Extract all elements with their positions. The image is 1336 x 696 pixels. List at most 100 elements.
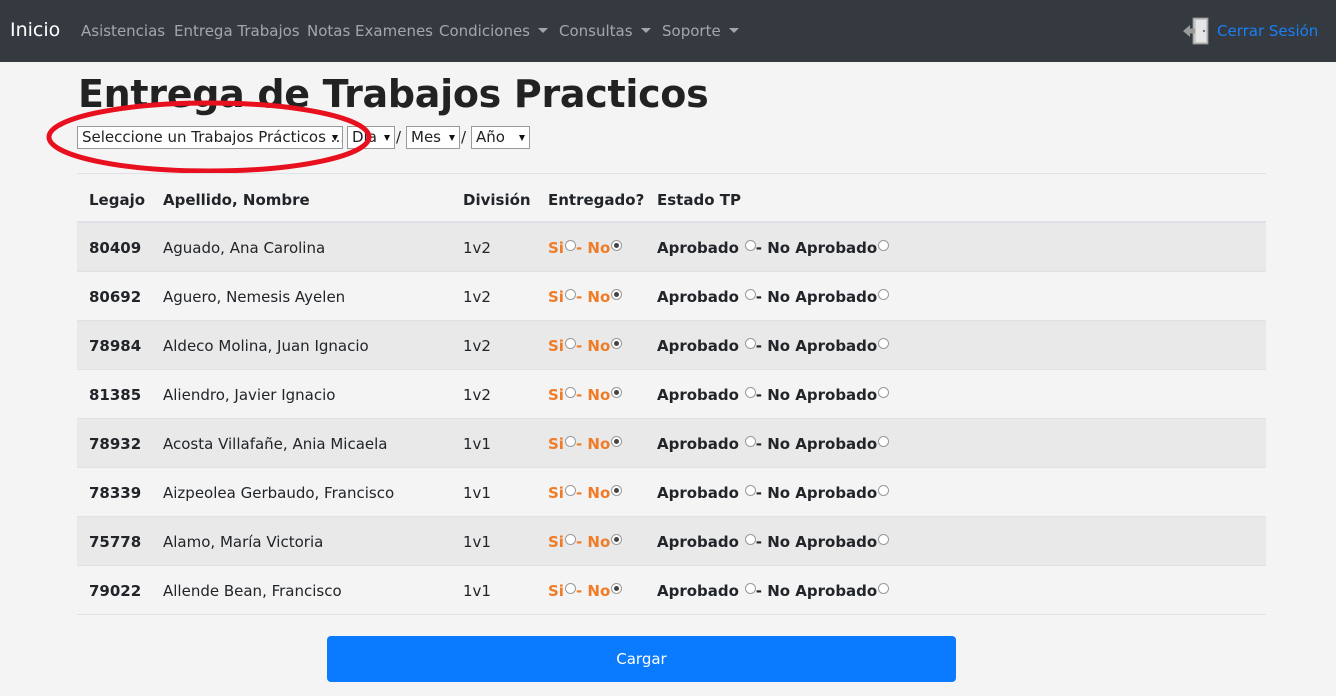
nombre-cell: Aguado, Ana Carolina xyxy=(163,239,326,257)
logout-link[interactable]: Cerrar Sesión xyxy=(1182,15,1318,47)
entregado-no-radio[interactable] xyxy=(611,485,623,496)
nav-consultas-dropdown[interactable]: Consultas xyxy=(559,22,651,40)
nombre-cell: Aliendro, Javier Ignacio xyxy=(163,386,336,404)
entregado-cell: Si - No xyxy=(548,337,623,355)
no-aprobado-radio[interactable] xyxy=(878,387,890,398)
nav-asistencias[interactable]: Asistencias xyxy=(81,22,165,40)
anio-select[interactable]: Año xyxy=(471,126,530,149)
aprobado-radio[interactable] xyxy=(744,583,756,594)
table-row: 80409 Aguado, Ana Carolina 1v2 Si - No Aproba… xyxy=(77,223,1266,272)
separator: - xyxy=(575,484,588,502)
aprobado-radio[interactable] xyxy=(744,485,756,496)
caret-down-icon xyxy=(728,28,739,33)
caret-down-icon xyxy=(640,28,651,33)
division-cell: 1v2 xyxy=(463,337,491,355)
no-label: No xyxy=(587,337,611,355)
entregado-no-radio[interactable] xyxy=(611,534,623,545)
no-aprobado-radio[interactable] xyxy=(878,485,890,496)
entregado-si-radio[interactable] xyxy=(564,387,576,398)
nav-condiciones-dropdown[interactable]: Condiciones xyxy=(439,22,548,40)
entregado-si-radio[interactable] xyxy=(564,436,576,447)
aprobado-label: Aprobado xyxy=(657,435,739,453)
cargar-button[interactable]: Cargar xyxy=(327,636,956,682)
entregado-cell: Si - No xyxy=(548,484,623,502)
legajo-cell: 79022 xyxy=(89,582,142,600)
aprobado-radio[interactable] xyxy=(744,436,756,447)
header-legajo: Legajo xyxy=(89,191,146,209)
si-label: Si xyxy=(548,386,564,404)
logout-label: Cerrar Sesión xyxy=(1217,22,1319,40)
table-row: 80692 Aguero, Nemesis Ayelen 1v2 Si - No Apro… xyxy=(77,272,1266,321)
aprobado-label: Aprobado xyxy=(657,582,739,600)
no-aprobado-radio[interactable] xyxy=(878,534,890,545)
estado-cell: Aprobado - No Aprobado xyxy=(657,239,890,257)
entregado-cell: Si - No xyxy=(548,239,623,257)
nav-entrega-trabajos[interactable]: Entrega Trabajos xyxy=(174,22,300,40)
entregado-si-radio[interactable] xyxy=(564,338,576,349)
division-cell: 1v1 xyxy=(463,582,491,600)
si-label: Si xyxy=(548,337,564,355)
aprobado-label: Aprobado xyxy=(657,386,739,404)
no-aprobado-radio[interactable] xyxy=(878,338,890,349)
aprobado-radio[interactable] xyxy=(744,387,756,398)
entregado-no-radio[interactable] xyxy=(611,240,623,251)
si-label: Si xyxy=(548,533,564,551)
navbar-brand[interactable]: Inicio xyxy=(10,19,60,41)
entregado-si-radio[interactable] xyxy=(564,240,576,251)
nav-notas-examenes[interactable]: Notas Examenes xyxy=(307,22,433,40)
navbar: Inicio Asistencias Entrega Trabajos Nota… xyxy=(0,0,1336,62)
legajo-cell: 78932 xyxy=(89,435,142,453)
entregado-cell: Si - No xyxy=(548,533,623,551)
table-row: 81385 Aliendro, Javier Ignacio 1v2 Si - No Ap… xyxy=(77,370,1266,419)
aprobado-label: Aprobado xyxy=(657,288,739,306)
nav-soporte-dropdown[interactable]: Soporte xyxy=(662,22,739,40)
no-aprobado-label: No Aprobado xyxy=(767,288,878,306)
legajo-cell: 80692 xyxy=(89,288,142,306)
legajo-cell: 75778 xyxy=(89,533,142,551)
entregado-no-radio[interactable] xyxy=(611,289,623,300)
separator: - xyxy=(575,533,588,551)
aprobado-radio[interactable] xyxy=(744,289,756,300)
mes-select-value: Mes xyxy=(411,128,441,146)
no-aprobado-label: No Aprobado xyxy=(767,582,878,600)
no-aprobado-radio[interactable] xyxy=(878,436,890,447)
aprobado-radio[interactable] xyxy=(744,338,756,349)
entregado-si-radio[interactable] xyxy=(564,485,576,496)
division-cell: 1v1 xyxy=(463,533,491,551)
logout-door-icon xyxy=(1182,16,1212,46)
entregado-no-radio[interactable] xyxy=(611,583,623,594)
entregado-no-radio[interactable] xyxy=(611,387,623,398)
header-division: División xyxy=(463,191,531,209)
header-entregado: Entregado? xyxy=(548,191,645,209)
entregado-no-radio[interactable] xyxy=(611,338,623,349)
entregado-si-radio[interactable] xyxy=(564,534,576,545)
no-aprobado-radio[interactable] xyxy=(878,289,890,300)
entregado-cell: Si - No xyxy=(548,288,623,306)
no-aprobado-radio[interactable] xyxy=(878,583,890,594)
estado-cell: Aprobado - No Aprobado xyxy=(657,484,890,502)
entregado-cell: Si - No xyxy=(548,582,623,600)
no-aprobado-radio[interactable] xyxy=(878,240,890,251)
legajo-cell: 80409 xyxy=(89,239,142,257)
entregado-si-radio[interactable] xyxy=(564,583,576,594)
no-label: No xyxy=(587,386,611,404)
estado-cell: Aprobado - No Aprobado xyxy=(657,337,890,355)
entregado-si-radio[interactable] xyxy=(564,289,576,300)
table-body: 80409 Aguado, Ana Carolina 1v2 Si - No Aproba… xyxy=(77,223,1266,615)
nombre-cell: Alamo, María Victoria xyxy=(163,533,324,551)
nombre-cell: Aizpeolea Gerbaudo, Francisco xyxy=(163,484,395,502)
entregado-no-radio[interactable] xyxy=(611,436,623,447)
table-row: 78932 Acosta Villafañe, Ania Micaela 1v1 Si… xyxy=(77,419,1266,468)
separator: - xyxy=(755,582,768,600)
estado-cell: Aprobado - No Aprobado xyxy=(657,386,890,404)
no-aprobado-label: No Aprobado xyxy=(767,484,878,502)
mes-select[interactable]: Mes xyxy=(406,126,460,149)
si-label: Si xyxy=(548,582,564,600)
separator: - xyxy=(575,239,588,257)
aprobado-radio[interactable] xyxy=(744,534,756,545)
separator: - xyxy=(755,337,768,355)
si-label: Si xyxy=(548,484,564,502)
dropdown-arrow-icon xyxy=(384,135,390,141)
aprobado-radio[interactable] xyxy=(744,240,756,251)
estado-cell: Aprobado - No Aprobado xyxy=(657,288,890,306)
